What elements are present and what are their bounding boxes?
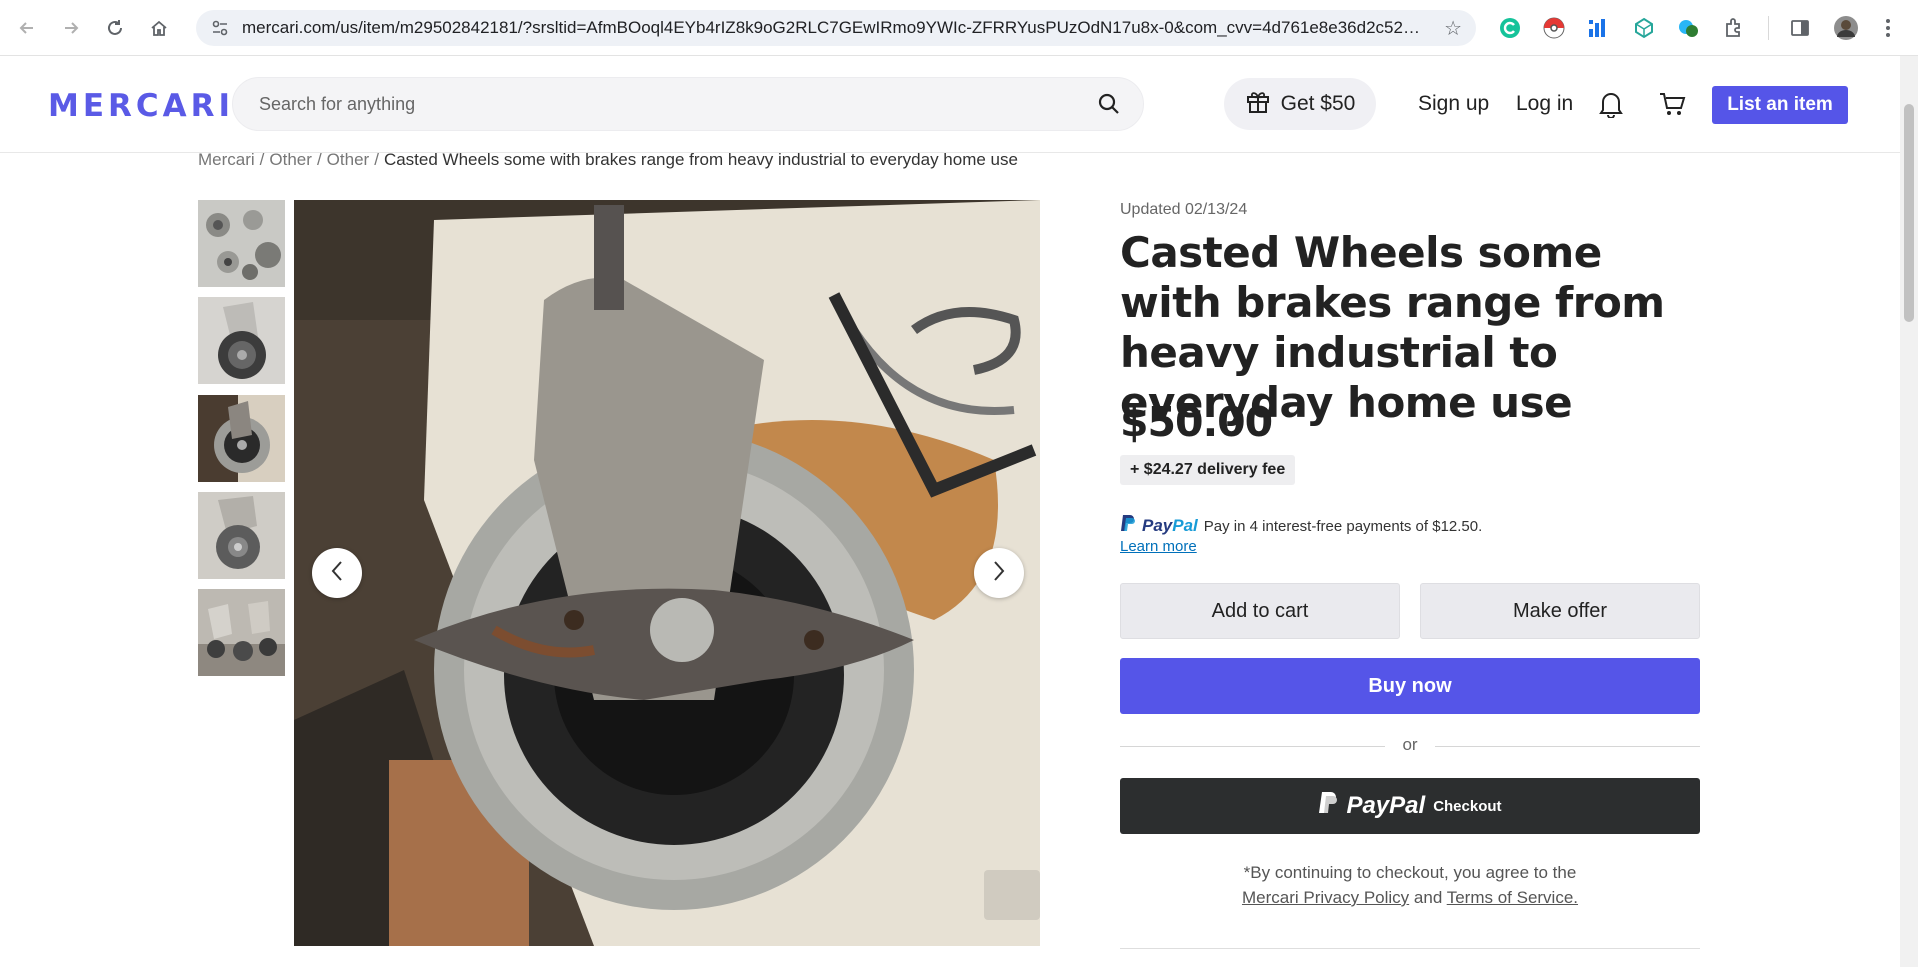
browser-toolbar: mercari.com/us/item/m29502842181/?srslti… bbox=[0, 0, 1918, 56]
url-text[interactable]: mercari.com/us/item/m29502842181/?srslti… bbox=[242, 18, 1422, 38]
delivery-fee-badge: + $24.27 delivery fee bbox=[1120, 455, 1296, 485]
profile-avatar[interactable] bbox=[1832, 14, 1860, 42]
get-50-label: Get $50 bbox=[1280, 92, 1356, 115]
checkout-terms-notice: *By continuing to checkout, you agree to… bbox=[1120, 860, 1700, 910]
paypal-checkout-logo: PayPal bbox=[1346, 792, 1426, 819]
gallery-thumbnail-3-active[interactable] bbox=[196, 393, 287, 484]
terms-and: and bbox=[1413, 888, 1443, 907]
add-to-cart-button[interactable]: Add to cart bbox=[1120, 583, 1400, 639]
reader-extension-icon[interactable] bbox=[1674, 14, 1702, 42]
side-panel-icon[interactable] bbox=[1786, 14, 1814, 42]
or-divider: or bbox=[1120, 735, 1700, 757]
cart-icon[interactable] bbox=[1658, 90, 1686, 123]
extensions-puzzle-icon[interactable] bbox=[1720, 14, 1748, 42]
paypal-p-icon bbox=[1120, 514, 1136, 538]
chevron-left-icon bbox=[330, 560, 344, 587]
site-header: MERCARI Get $50 Sign up Log in List an i… bbox=[0, 56, 1900, 153]
get-50-promo-button[interactable]: Get $50 bbox=[1224, 78, 1376, 130]
address-bar[interactable]: mercari.com/us/item/m29502842181/?srslti… bbox=[196, 10, 1476, 46]
search-input[interactable] bbox=[259, 93, 1059, 115]
breadcrumb-separator: / bbox=[316, 150, 322, 169]
terms-prefix: *By continuing to checkout, you agree to… bbox=[1243, 863, 1577, 882]
updated-date: Updated 02/13/24 bbox=[1120, 201, 1248, 218]
or-text: or bbox=[1402, 735, 1418, 754]
main-product-image[interactable] bbox=[294, 200, 1040, 946]
forward-icon[interactable] bbox=[54, 11, 88, 45]
learn-more-link[interactable]: Learn more bbox=[1120, 538, 1197, 555]
search-icon[interactable] bbox=[1097, 92, 1121, 121]
mercari-logo[interactable]: MERCARI bbox=[48, 88, 234, 124]
toolbar-divider bbox=[1768, 16, 1769, 40]
divider-line-right bbox=[1435, 746, 1700, 747]
log-in-link[interactable]: Log in bbox=[1516, 92, 1573, 116]
sign-up-link[interactable]: Sign up bbox=[1418, 92, 1489, 116]
breadcrumb: Mercari / Other / Other / Casted Wheels some w… bbox=[198, 150, 1018, 170]
paypal-p-icon bbox=[1318, 791, 1338, 822]
breadcrumb-link-mercari[interactable]: Mercari bbox=[198, 150, 255, 169]
back-icon[interactable] bbox=[10, 11, 44, 45]
grammarly-icon[interactable] bbox=[1496, 14, 1524, 42]
paypal-pay-in-4-message: PayPal Pay in 4 interest-free payments o… bbox=[1120, 514, 1482, 538]
analytics-extension-icon[interactable] bbox=[1584, 14, 1612, 42]
pokeball-extension-icon[interactable] bbox=[1540, 14, 1568, 42]
gem-extension-icon[interactable] bbox=[1630, 14, 1658, 42]
page-scrollbar[interactable] bbox=[1900, 56, 1918, 967]
paypal-logo-pay: Pay bbox=[1142, 516, 1173, 535]
gallery-thumbnail-4[interactable] bbox=[198, 492, 285, 579]
chevron-right-icon bbox=[992, 560, 1006, 587]
paypal-installment-text: Pay in 4 interest-free payments of $12.5… bbox=[1203, 517, 1483, 535]
list-an-item-button[interactable]: List an item bbox=[1712, 86, 1848, 124]
browser-menu-icon[interactable] bbox=[1874, 14, 1902, 42]
breadcrumb-current: Casted Wheels some with brakes range fro… bbox=[383, 150, 1018, 169]
breadcrumb-link-other-sub[interactable]: Other bbox=[327, 150, 370, 169]
section-divider bbox=[1120, 948, 1700, 949]
breadcrumb-separator: / bbox=[374, 150, 379, 169]
product-price: $50.00 bbox=[1120, 398, 1273, 446]
paypal-checkout-button[interactable]: PayPal Checkout bbox=[1120, 778, 1700, 834]
breadcrumb-separator: / bbox=[259, 150, 265, 169]
paypal-logo-text: PayPal bbox=[1142, 516, 1198, 536]
paypal-checkout-label: Checkout bbox=[1433, 797, 1502, 815]
paypal-logo-pal: Pal bbox=[1172, 516, 1198, 535]
gift-icon bbox=[1245, 88, 1271, 120]
site-info-icon[interactable] bbox=[208, 16, 232, 40]
scrollbar-thumb[interactable] bbox=[1904, 104, 1914, 322]
notification-bell-icon[interactable] bbox=[1598, 90, 1624, 123]
gallery-thumbnail-5[interactable] bbox=[198, 589, 285, 676]
gallery-thumbnail-2[interactable] bbox=[198, 297, 285, 384]
home-icon[interactable] bbox=[142, 11, 176, 45]
breadcrumb-link-other[interactable]: Other bbox=[269, 150, 312, 169]
carousel-next-button[interactable] bbox=[974, 548, 1024, 598]
reload-icon[interactable] bbox=[98, 11, 132, 45]
make-offer-button[interactable]: Make offer bbox=[1420, 583, 1700, 639]
carousel-previous-button[interactable] bbox=[312, 548, 362, 598]
gallery-thumbnail-1[interactable] bbox=[198, 200, 285, 287]
terms-of-service-link[interactable]: Terms of Service. bbox=[1447, 888, 1578, 907]
bookmark-star-icon[interactable]: ☆ bbox=[1444, 16, 1462, 41]
buy-now-button[interactable]: Buy now bbox=[1120, 658, 1700, 714]
search-bar[interactable] bbox=[232, 77, 1144, 131]
privacy-policy-link[interactable]: Mercari Privacy Policy bbox=[1242, 888, 1409, 907]
